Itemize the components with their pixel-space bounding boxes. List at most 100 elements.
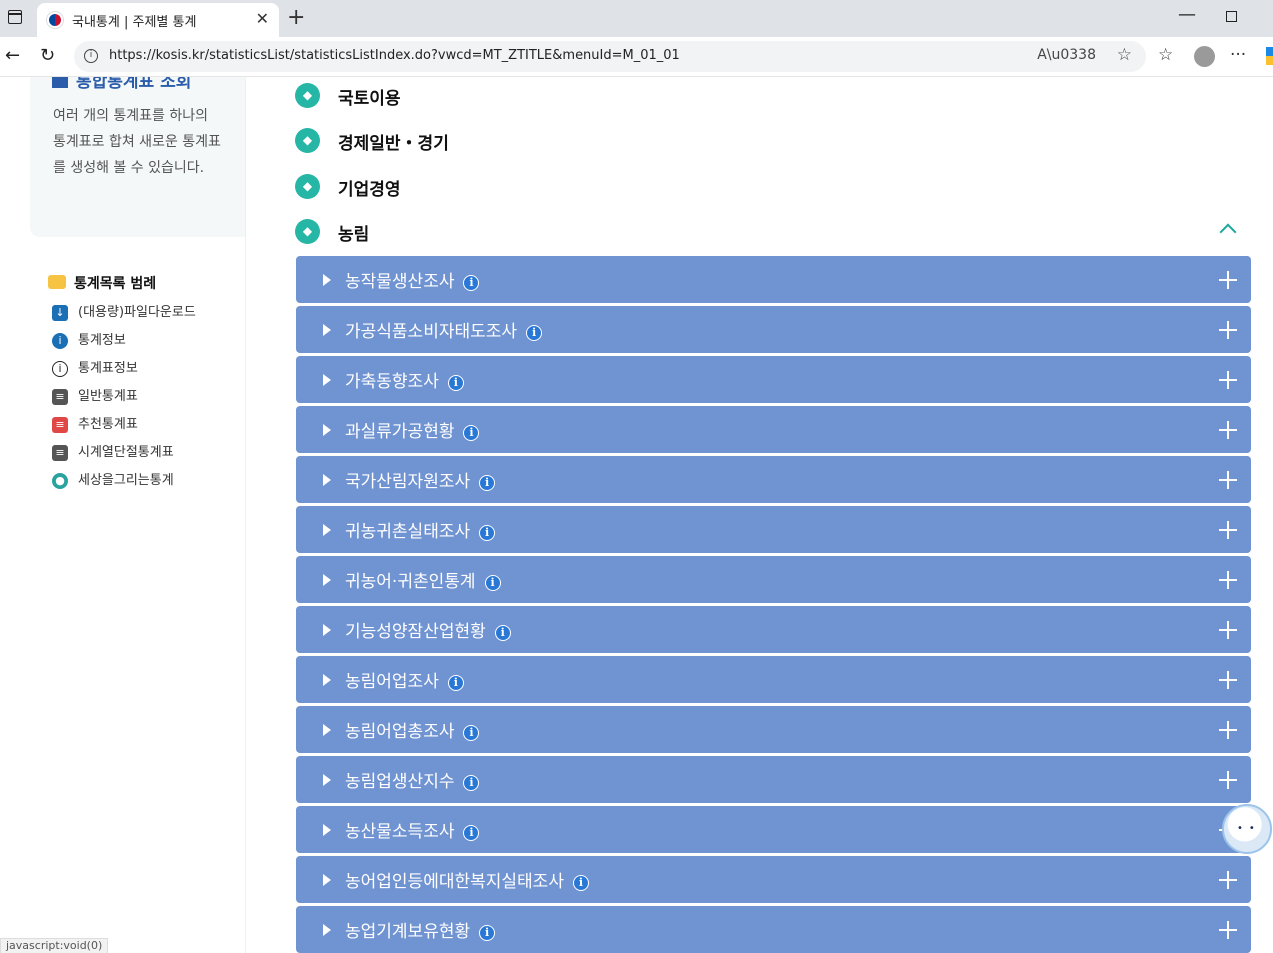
more-menu-icon[interactable]: ··· bbox=[1230, 45, 1246, 65]
expand-arrow-icon[interactable] bbox=[323, 724, 331, 736]
survey-row-label[interactable]: 농림어업조사 i bbox=[345, 667, 464, 692]
expand-arrow-icon[interactable] bbox=[323, 274, 331, 286]
survey-row-label[interactable]: 농작물생산조사 i bbox=[345, 267, 480, 292]
survey-row[interactable]: 가축동향조사 i bbox=[296, 356, 1251, 403]
survey-row[interactable]: 기능성양잠산업현황 i bbox=[296, 606, 1251, 653]
plus-icon[interactable] bbox=[1219, 321, 1237, 339]
favorites-icon[interactable]: ☆ bbox=[1158, 45, 1173, 65]
read-aloud-icon[interactable]: A\u0338 bbox=[1037, 47, 1096, 63]
survey-row[interactable]: 귀농귀촌실태조사 i bbox=[296, 506, 1251, 553]
expand-arrow-icon[interactable] bbox=[323, 824, 331, 836]
favorite-star-icon[interactable]: ☆ bbox=[1117, 45, 1132, 65]
survey-title[interactable]: 농업기계보유현황 bbox=[345, 922, 470, 942]
survey-row[interactable]: 농어업인등에대한복지실태조사 i bbox=[296, 856, 1251, 903]
statistics-info-icon[interactable]: i bbox=[484, 575, 501, 591]
survey-row[interactable]: 과실류가공현황 i bbox=[296, 406, 1251, 453]
survey-title[interactable]: 기능성양잠산업현황 bbox=[345, 622, 486, 642]
plus-icon[interactable] bbox=[1219, 371, 1237, 389]
url-field[interactable]: i https://kosis.kr/statisticsList/statis… bbox=[74, 41, 1146, 72]
survey-title[interactable]: 농림업생산지수 bbox=[345, 772, 454, 792]
plus-icon[interactable] bbox=[1219, 571, 1237, 589]
survey-row[interactable]: 농림어업조사 i bbox=[296, 656, 1251, 703]
plus-icon[interactable] bbox=[1219, 671, 1237, 689]
expand-arrow-icon[interactable] bbox=[323, 574, 331, 586]
expand-arrow-icon[interactable] bbox=[323, 324, 331, 336]
survey-row[interactable]: 가공식품소비자태도조사 i bbox=[296, 306, 1251, 353]
url-text[interactable]: https://kosis.kr/statisticsList/statisti… bbox=[109, 48, 680, 63]
statistics-info-icon[interactable]: i bbox=[572, 875, 589, 891]
survey-row-label[interactable]: 농업기계보유현황 i bbox=[345, 917, 496, 942]
survey-title[interactable]: 농작물생산조사 bbox=[345, 272, 454, 292]
category-1[interactable]: ◆ 국토이용 bbox=[295, 83, 695, 117]
expand-arrow-icon[interactable] bbox=[323, 874, 331, 886]
close-tab-icon[interactable]: ✕ bbox=[256, 9, 269, 28]
survey-row-label[interactable]: 농어업인등에대한복지실태조사 i bbox=[345, 867, 589, 892]
category-3[interactable]: ◆ 기업경영 bbox=[295, 174, 695, 208]
survey-title[interactable]: 농림어업총조사 bbox=[345, 722, 454, 742]
survey-title[interactable]: 농림어업조사 bbox=[345, 672, 439, 692]
statistics-info-icon[interactable]: i bbox=[463, 775, 480, 791]
expand-arrow-icon[interactable] bbox=[323, 524, 331, 536]
survey-row-label[interactable]: 가축동향조사 i bbox=[345, 367, 464, 392]
statistics-info-icon[interactable]: i bbox=[479, 925, 496, 941]
statistics-info-icon[interactable]: i bbox=[463, 425, 480, 441]
combined-table-promo[interactable]: 통합통계표 조회 여러 개의 통계표를 하나의 통계표로 합쳐 새로운 통계표를… bbox=[30, 77, 245, 237]
survey-row[interactable]: 국가산림자원조사 i bbox=[296, 456, 1251, 503]
survey-title[interactable]: 국가산림자원조사 bbox=[345, 472, 470, 492]
statistics-info-icon[interactable]: i bbox=[494, 625, 511, 641]
statistics-info-icon[interactable]: i bbox=[447, 375, 464, 391]
survey-row[interactable]: 농작물생산조사 i bbox=[296, 256, 1251, 303]
survey-row-label[interactable]: 과실류가공현황 i bbox=[345, 417, 480, 442]
expand-arrow-icon[interactable] bbox=[323, 374, 331, 386]
plus-icon[interactable] bbox=[1219, 721, 1237, 739]
survey-row-label[interactable]: 귀농귀촌실태조사 i bbox=[345, 517, 496, 542]
expand-arrow-icon[interactable] bbox=[323, 924, 331, 936]
plus-icon[interactable] bbox=[1219, 421, 1237, 439]
expand-arrow-icon[interactable] bbox=[323, 474, 331, 486]
chatbot-mascot[interactable]: •• bbox=[1222, 804, 1272, 854]
plus-icon[interactable] bbox=[1219, 271, 1237, 289]
survey-row[interactable]: 농업기계보유현황 i bbox=[296, 906, 1251, 953]
survey-row-label[interactable]: 국가산림자원조사 i bbox=[345, 467, 496, 492]
expand-arrow-icon[interactable] bbox=[323, 774, 331, 786]
maximize-icon[interactable] bbox=[1226, 11, 1237, 22]
plus-icon[interactable] bbox=[1219, 871, 1237, 889]
back-arrow-icon[interactable]: ← bbox=[5, 45, 20, 66]
plus-icon[interactable] bbox=[1219, 921, 1237, 939]
survey-row[interactable]: 농산물소득조사 i bbox=[296, 806, 1251, 853]
statistics-info-icon[interactable]: i bbox=[479, 525, 496, 541]
survey-title[interactable]: 귀농귀촌실태조사 bbox=[345, 522, 470, 542]
category-4[interactable]: ◆ 농림 bbox=[295, 219, 695, 253]
survey-title[interactable]: 과실류가공현황 bbox=[345, 422, 454, 442]
survey-title[interactable]: 귀농어·귀촌인통계 bbox=[345, 572, 476, 592]
reload-icon[interactable]: ↻ bbox=[40, 45, 55, 66]
statistics-info-icon[interactable]: i bbox=[526, 325, 543, 341]
statistics-info-icon[interactable]: i bbox=[463, 275, 480, 291]
profile-avatar[interactable] bbox=[1194, 46, 1215, 67]
survey-row-label[interactable]: 기능성양잠산업현황 i bbox=[345, 617, 511, 642]
survey-row-label[interactable]: 농산물소득조사 i bbox=[345, 817, 480, 842]
category-2[interactable]: ◆ 경제일반・경기 bbox=[295, 128, 695, 162]
survey-title[interactable]: 가축동향조사 bbox=[345, 372, 439, 392]
survey-row[interactable]: 농림어업총조사 i bbox=[296, 706, 1251, 753]
minimize-icon[interactable]: — bbox=[1178, 4, 1196, 25]
statistics-info-icon[interactable]: i bbox=[479, 475, 496, 491]
survey-title[interactable]: 가공식품소비자태도조사 bbox=[345, 322, 517, 342]
expand-arrow-icon[interactable] bbox=[323, 424, 331, 436]
site-info-icon[interactable]: i bbox=[84, 49, 98, 63]
expand-arrow-icon[interactable] bbox=[323, 624, 331, 636]
survey-row[interactable]: 농림업생산지수 i bbox=[296, 756, 1251, 803]
statistics-info-icon[interactable]: i bbox=[447, 675, 464, 691]
plus-icon[interactable] bbox=[1219, 621, 1237, 639]
expand-arrow-icon[interactable] bbox=[323, 674, 331, 686]
plus-icon[interactable] bbox=[1219, 471, 1237, 489]
survey-row-label[interactable]: 귀농어·귀촌인통계 i bbox=[345, 567, 501, 592]
active-tab[interactable]: 국내통계 | 주제별 통계 ✕ bbox=[37, 3, 279, 37]
collapse-chevron-icon[interactable] bbox=[1219, 223, 1237, 241]
survey-row[interactable]: 귀농어·귀촌인통계 i bbox=[296, 556, 1251, 603]
survey-row-label[interactable]: 가공식품소비자태도조사 i bbox=[345, 317, 543, 342]
new-tab-icon[interactable]: + bbox=[287, 5, 305, 30]
statistics-info-icon[interactable]: i bbox=[463, 825, 480, 841]
survey-title[interactable]: 농산물소득조사 bbox=[345, 822, 454, 842]
extension-icon[interactable] bbox=[1266, 47, 1273, 65]
